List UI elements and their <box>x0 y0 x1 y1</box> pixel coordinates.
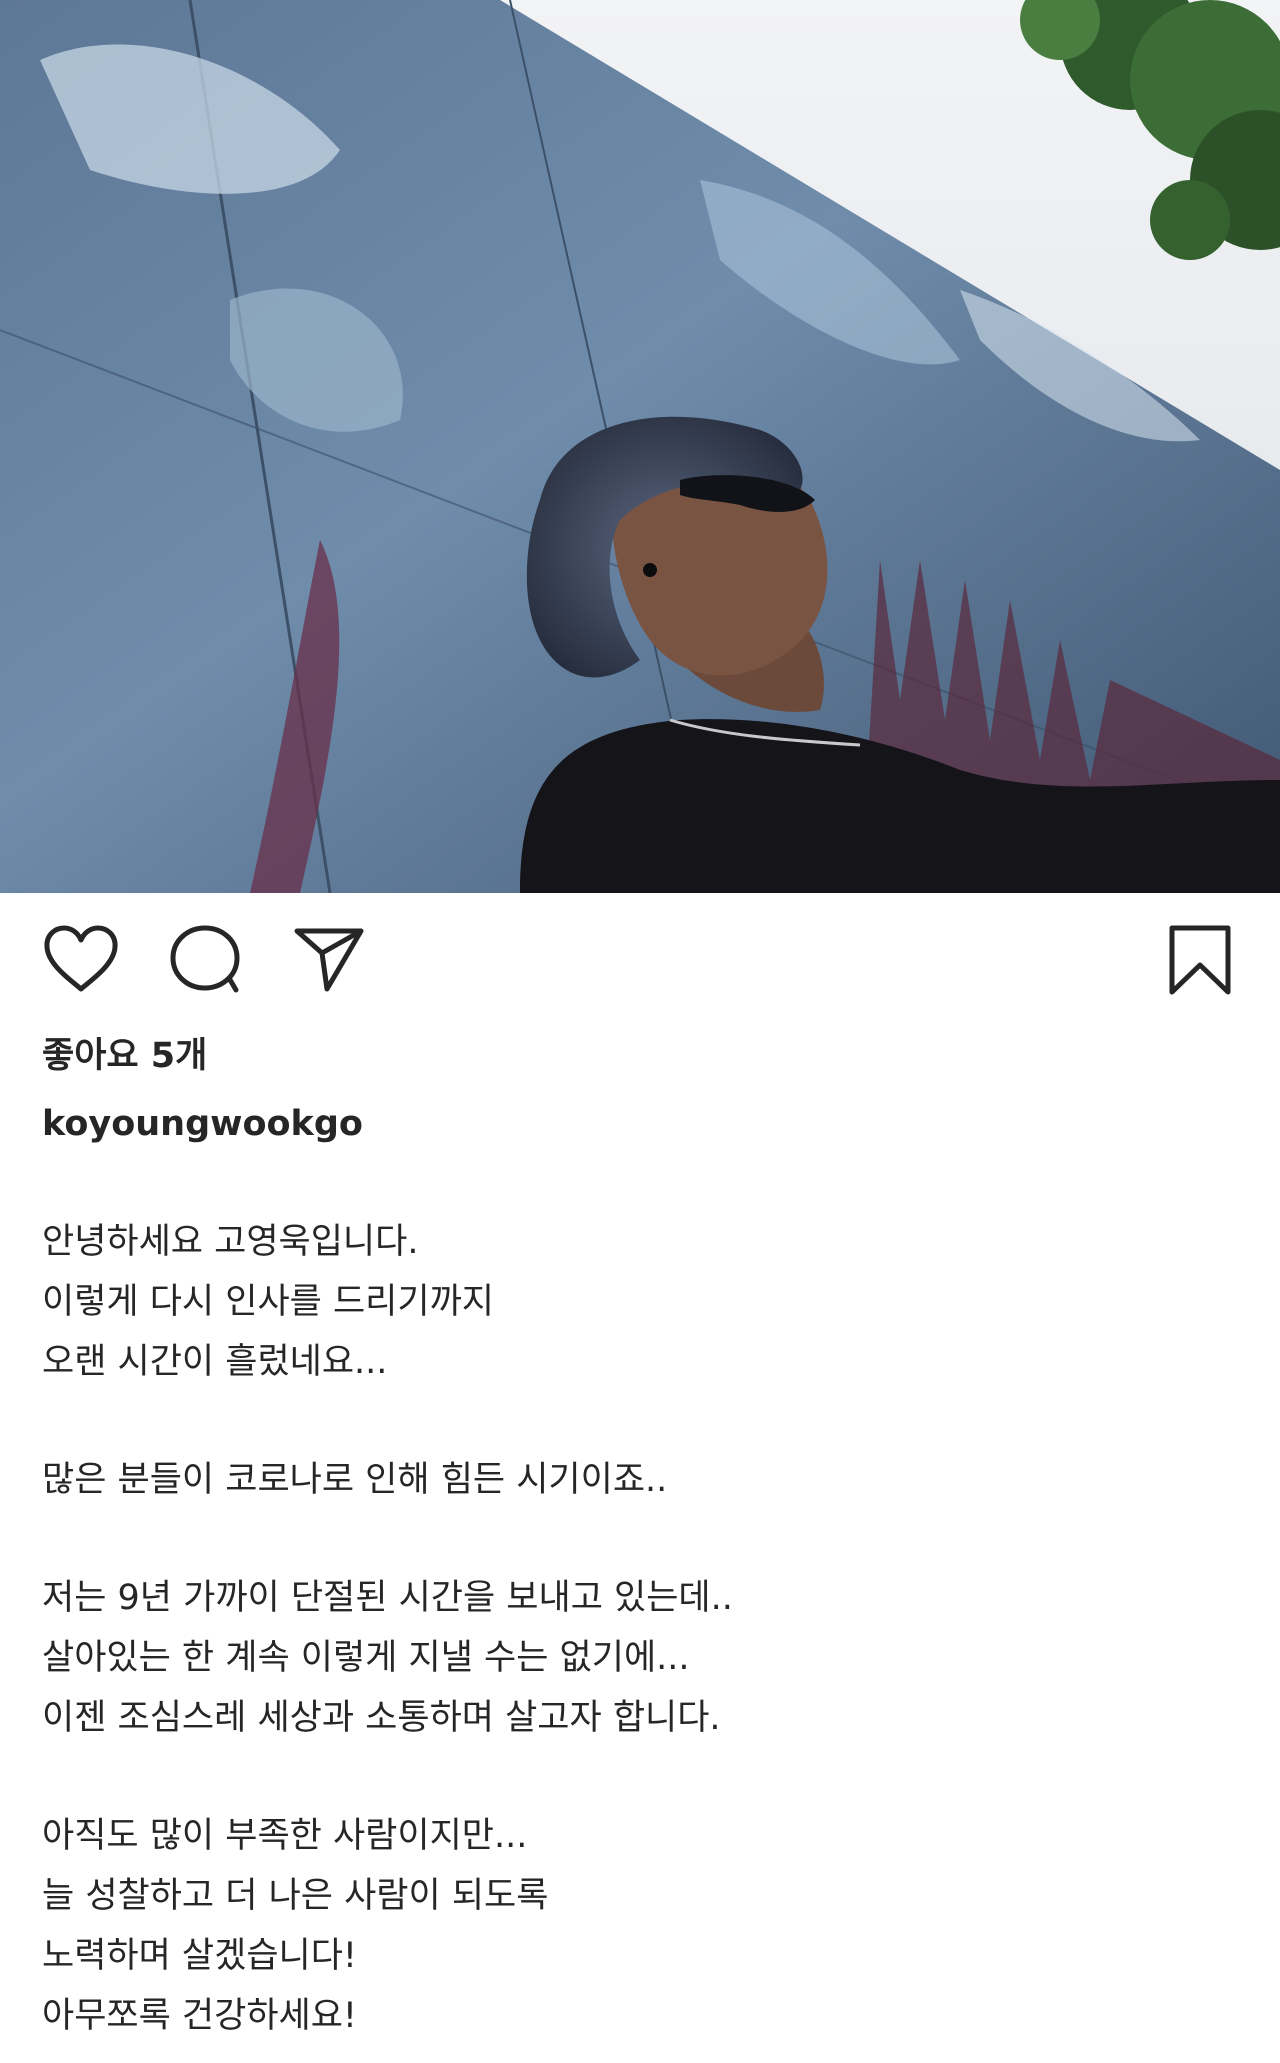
post-action-bar <box>0 893 1280 1023</box>
caption-line: 이렇게 다시 인사를 드리기까지 <box>42 1282 494 1322</box>
post-photo-image <box>0 0 1280 893</box>
comment-icon[interactable] <box>168 923 244 995</box>
caption-line: 저는 9년 가까이 단절된 시간을 보내고 있는데.. <box>42 1578 733 1618</box>
caption-line: 아직도 많이 부족한 사람이지만... <box>42 1816 528 1856</box>
caption-line: 늘 성찰하고 더 나은 사람이 되도록 <box>42 1876 549 1916</box>
caption-paragraph-gap <box>42 1510 1242 1568</box>
caption-line: 아무쪼록 건강하세요! <box>42 1996 357 2036</box>
caption-line: 이젠 조심스레 세상과 소통하며 살고자 합니다. <box>42 1698 721 1738</box>
caption-line: 안녕하세요 고영욱입니다. <box>42 1222 419 1262</box>
caption-paragraph-gap <box>42 1748 1242 1806</box>
caption-line: 노력하며 살겠습니다! <box>42 1936 357 1976</box>
post-caption: 안녕하세요 고영욱입니다. 이렇게 다시 인사를 드리기까지 오랜 시간이 흘렀… <box>42 1212 1242 2046</box>
caption-line: 많은 분들이 코로나로 인해 힘든 시기이죠.. <box>42 1460 668 1500</box>
bookmark-icon[interactable] <box>1167 923 1233 997</box>
heart-icon[interactable] <box>42 923 120 995</box>
post-photo[interactable] <box>0 0 1280 893</box>
caption-line: 오랜 시간이 흘렀네요... <box>42 1342 388 1382</box>
post-author-username[interactable]: koyoungwookgo <box>42 1098 363 1150</box>
caption-line: 살아있는 한 계속 이렇게 지낼 수는 없기에... <box>42 1638 690 1678</box>
paper-plane-icon[interactable] <box>292 923 366 995</box>
likes-count[interactable]: 좋아요 5개 <box>42 1030 207 1082</box>
caption-paragraph-gap <box>42 1392 1242 1450</box>
